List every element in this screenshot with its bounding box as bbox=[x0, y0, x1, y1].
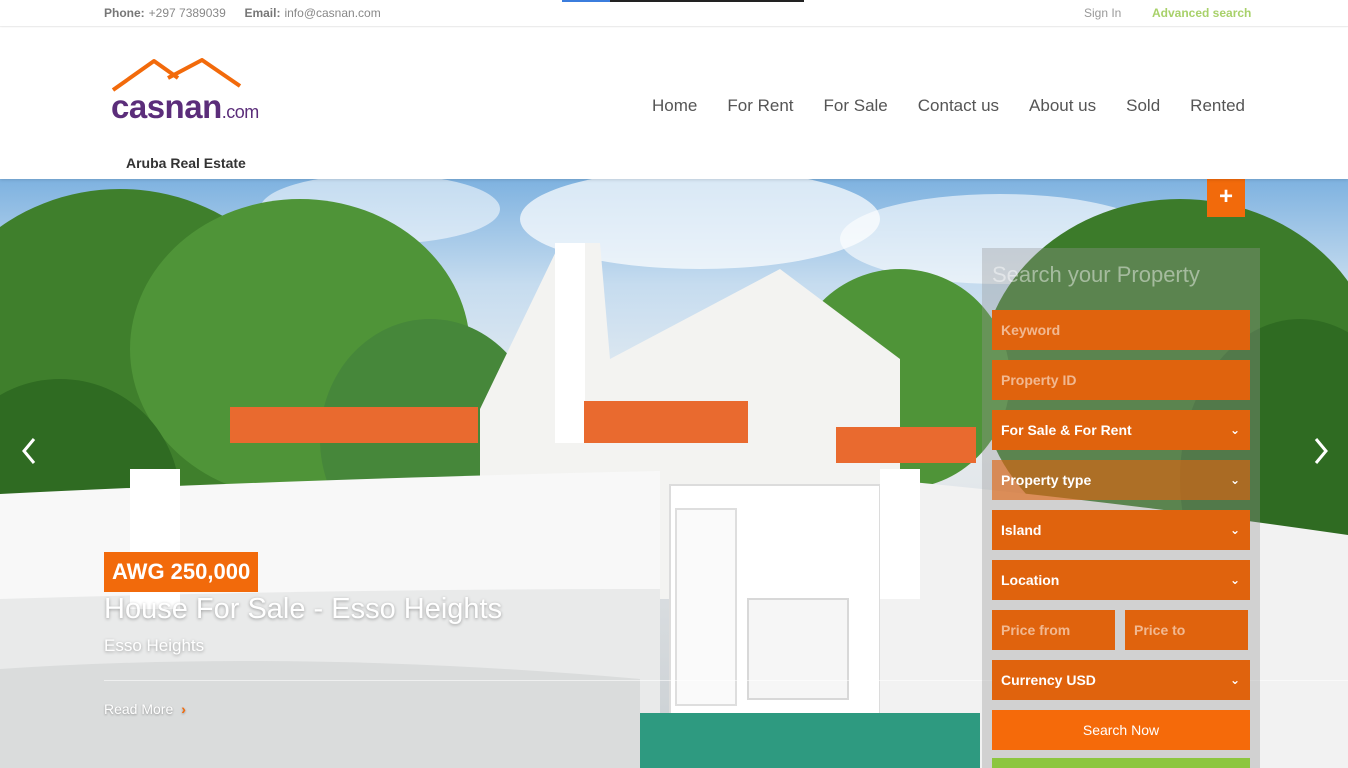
nav-home[interactable]: Home bbox=[652, 96, 697, 116]
read-more-link[interactable]: Read More › bbox=[104, 701, 186, 717]
email-link[interactable]: info@casnan.com bbox=[284, 6, 380, 20]
nav-for-sale[interactable]: For Sale bbox=[824, 96, 888, 116]
currency-select[interactable]: Currency USD ⌄ bbox=[992, 660, 1250, 700]
site-header: casnan.com Aruba Real Estate Home For Re… bbox=[0, 28, 1348, 179]
nav-about-us[interactable]: About us bbox=[1029, 96, 1096, 116]
keyword-input[interactable]: Keyword bbox=[992, 310, 1250, 350]
chevron-down-icon: ⌄ bbox=[1229, 473, 1240, 487]
island-select[interactable]: Island ⌄ bbox=[992, 510, 1250, 550]
search-panel: Search your Property Keyword Property ID… bbox=[982, 248, 1260, 768]
email-label: Email: bbox=[244, 6, 281, 20]
chevron-down-icon: ⌄ bbox=[1229, 673, 1240, 687]
island-value: Island bbox=[1001, 522, 1042, 538]
sign-in-link[interactable]: Sign In bbox=[1084, 6, 1121, 20]
currency-value: Currency USD bbox=[1001, 672, 1096, 688]
price-badge: AWG 250,000 bbox=[104, 552, 259, 592]
search-panel-title: Search your Property bbox=[992, 262, 1200, 287]
hero-slider: + AWG 250,000 House For Sale - Esso Heig… bbox=[0, 179, 1348, 768]
nav-contact-us[interactable]: Contact us bbox=[918, 96, 999, 116]
location-select[interactable]: Location ⌄ bbox=[992, 560, 1250, 600]
main-nav: Home For Rent For Sale Contact us About … bbox=[652, 96, 1245, 116]
price-from-input[interactable]: Price from bbox=[992, 610, 1115, 650]
phone-number[interactable]: +297 7389039 bbox=[149, 6, 226, 20]
logo-wordmark: casnan.com bbox=[111, 88, 259, 126]
property-location: Esso Heights bbox=[104, 636, 205, 655]
chevron-down-icon: ⌄ bbox=[1229, 523, 1240, 537]
logo-word: casnan bbox=[111, 88, 222, 125]
logo-tagline: Aruba Real Estate bbox=[126, 155, 246, 171]
chevron-down-icon: ⌄ bbox=[1229, 423, 1240, 437]
contact-info: Phone: +297 7389039 Email: info@casnan.com bbox=[104, 6, 381, 20]
chevron-right-icon: › bbox=[181, 701, 186, 717]
status-select-value: For Sale & For Rent bbox=[1001, 422, 1132, 438]
location-value: Location bbox=[1001, 572, 1060, 588]
slider-next-icon[interactable] bbox=[1306, 431, 1336, 471]
slider-prev-icon[interactable] bbox=[14, 431, 44, 471]
top-ribbon bbox=[562, 0, 804, 2]
price-to-input[interactable]: Price to bbox=[1125, 610, 1248, 650]
read-more-label: Read More bbox=[104, 701, 174, 717]
property-id-input[interactable]: Property ID bbox=[992, 360, 1250, 400]
green-action-bar[interactable] bbox=[992, 758, 1250, 768]
nav-sold[interactable]: Sold bbox=[1126, 96, 1160, 116]
advanced-search-link[interactable]: Advanced search bbox=[1152, 6, 1251, 20]
property-title[interactable]: House For Sale - Esso Heights bbox=[104, 593, 502, 626]
nav-for-rent[interactable]: For Rent bbox=[727, 96, 793, 116]
site-logo[interactable]: casnan.com Aruba Real Estate bbox=[108, 58, 278, 171]
logo-domain: .com bbox=[221, 102, 260, 122]
property-type-select[interactable]: Property type ⌄ bbox=[992, 460, 1250, 500]
top-bar: Phone: +297 7389039 Email: info@casnan.com… bbox=[0, 0, 1348, 27]
plus-icon[interactable]: + bbox=[1207, 179, 1245, 217]
nav-rented[interactable]: Rented bbox=[1190, 96, 1245, 116]
chevron-down-icon: ⌄ bbox=[1229, 573, 1240, 587]
phone-label: Phone: bbox=[104, 6, 145, 20]
search-now-button[interactable]: Search Now bbox=[992, 710, 1250, 750]
status-select[interactable]: For Sale & For Rent ⌄ bbox=[992, 410, 1250, 450]
property-type-value: Property type bbox=[1001, 472, 1092, 488]
